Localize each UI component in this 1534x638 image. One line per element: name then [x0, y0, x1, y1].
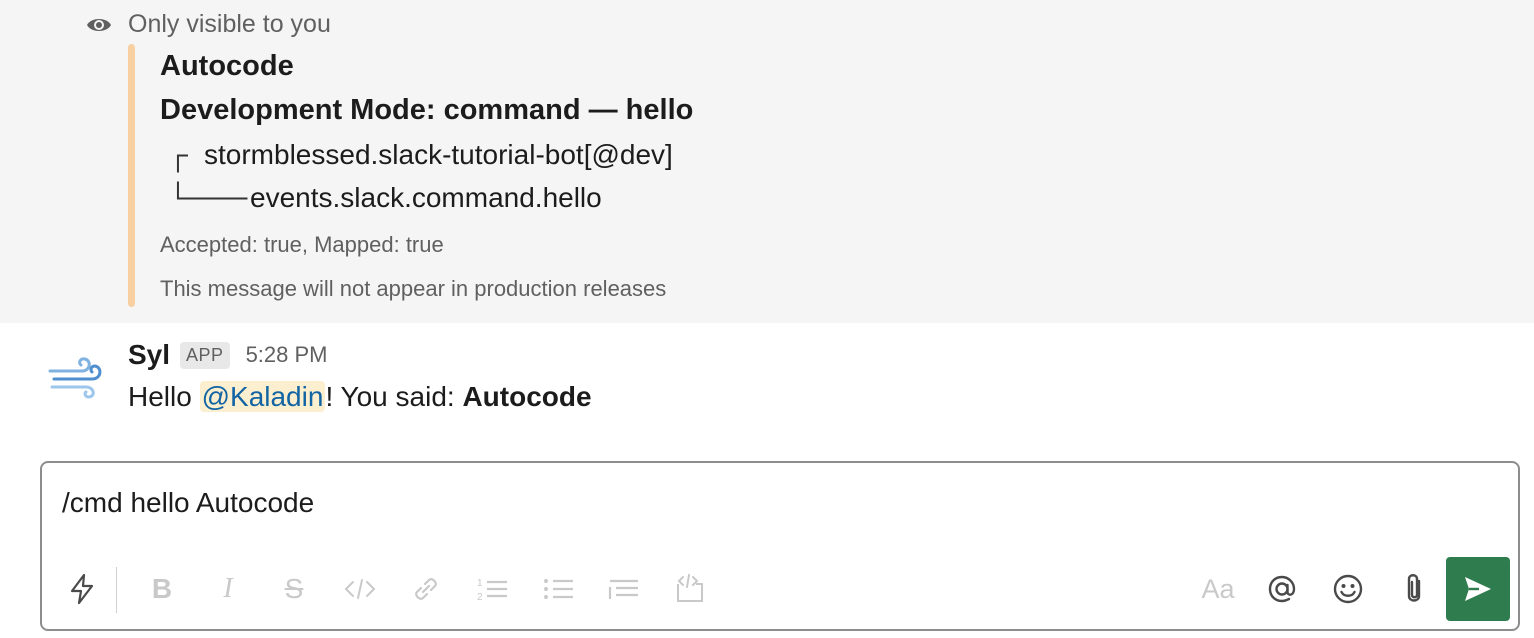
attachment-status: Accepted: true, Mapped: true — [160, 232, 444, 257]
visibility-label: Only visible to you — [128, 10, 331, 38]
strikethrough-icon[interactable]: S — [274, 569, 314, 609]
formatting-label: Aa — [1201, 573, 1235, 604]
formatting-icon[interactable]: Aa — [1198, 569, 1238, 609]
code-icon[interactable] — [340, 569, 380, 609]
send-icon — [1465, 577, 1491, 601]
ephemeral-message: Only visible to you Autocode Development… — [0, 0, 1534, 323]
composer-toolbar: B I S 12 Aa — [42, 557, 1518, 627]
message-input[interactable]: /cmd hello Autocode — [62, 487, 314, 519]
wind-icon — [48, 357, 102, 399]
attachment-title: Autocode — [160, 50, 294, 82]
toolbar-divider — [116, 567, 117, 613]
tree-child-row: └───events.slack.command.hello — [168, 182, 602, 214]
blockquote-icon[interactable] — [604, 569, 644, 609]
mention-icon[interactable] — [1262, 569, 1302, 609]
emoji-icon[interactable] — [1328, 569, 1368, 609]
message-bold: Autocode — [462, 381, 592, 412]
tree-root-text: stormblessed.slack-tutorial-bot[@dev] — [204, 139, 673, 170]
attachment: Autocode Development Mode: command — hel… — [128, 44, 1128, 307]
tree-child-text: events.slack.command.hello — [250, 182, 602, 213]
app-badge: APP — [180, 341, 230, 369]
send-button[interactable] — [1446, 557, 1510, 621]
eye-icon — [86, 15, 112, 35]
tree-child-glyph: └─── — [168, 182, 248, 213]
bold-icon[interactable]: B — [142, 569, 182, 609]
message-composer[interactable]: /cmd hello Autocode B I S 12 Aa — [40, 461, 1520, 631]
tree-root-row: ┌ stormblessed.slack-tutorial-bot[@dev] — [168, 139, 673, 171]
message-middle: ! You said: — [325, 381, 463, 412]
link-icon[interactable] — [406, 569, 446, 609]
attachment-accent-bar — [128, 44, 135, 307]
message-prefix: Hello — [128, 381, 200, 412]
attachment-note: This message will not appear in producti… — [160, 276, 667, 301]
attachment-subtitle: Development Mode: command — hello — [160, 94, 694, 126]
timestamp[interactable]: 5:28 PM — [246, 342, 328, 368]
tree-root-glyph: ┌ — [168, 139, 188, 170]
bulleted-list-icon[interactable] — [538, 569, 578, 609]
user-mention[interactable]: @Kaladin — [199, 381, 326, 412]
visibility-notice: Only visible to you — [86, 10, 331, 39]
attachment-icon[interactable] — [1394, 569, 1434, 609]
avatar[interactable] — [48, 353, 106, 399]
svg-text:1: 1 — [477, 578, 483, 589]
message-text: Hello @Kaladin! You said: Autocode — [128, 381, 592, 413]
message-header: Syl APP 5:28 PM — [128, 339, 328, 371]
code-block-icon[interactable] — [670, 569, 710, 609]
sender-name[interactable]: Syl — [128, 339, 170, 371]
svg-text:2: 2 — [477, 592, 483, 603]
numbered-list-icon[interactable]: 12 — [472, 569, 512, 609]
bot-message: Syl APP 5:28 PM Hello @Kaladin! You said… — [0, 323, 1534, 453]
shortcuts-icon[interactable] — [62, 569, 102, 609]
italic-icon[interactable]: I — [208, 569, 248, 609]
